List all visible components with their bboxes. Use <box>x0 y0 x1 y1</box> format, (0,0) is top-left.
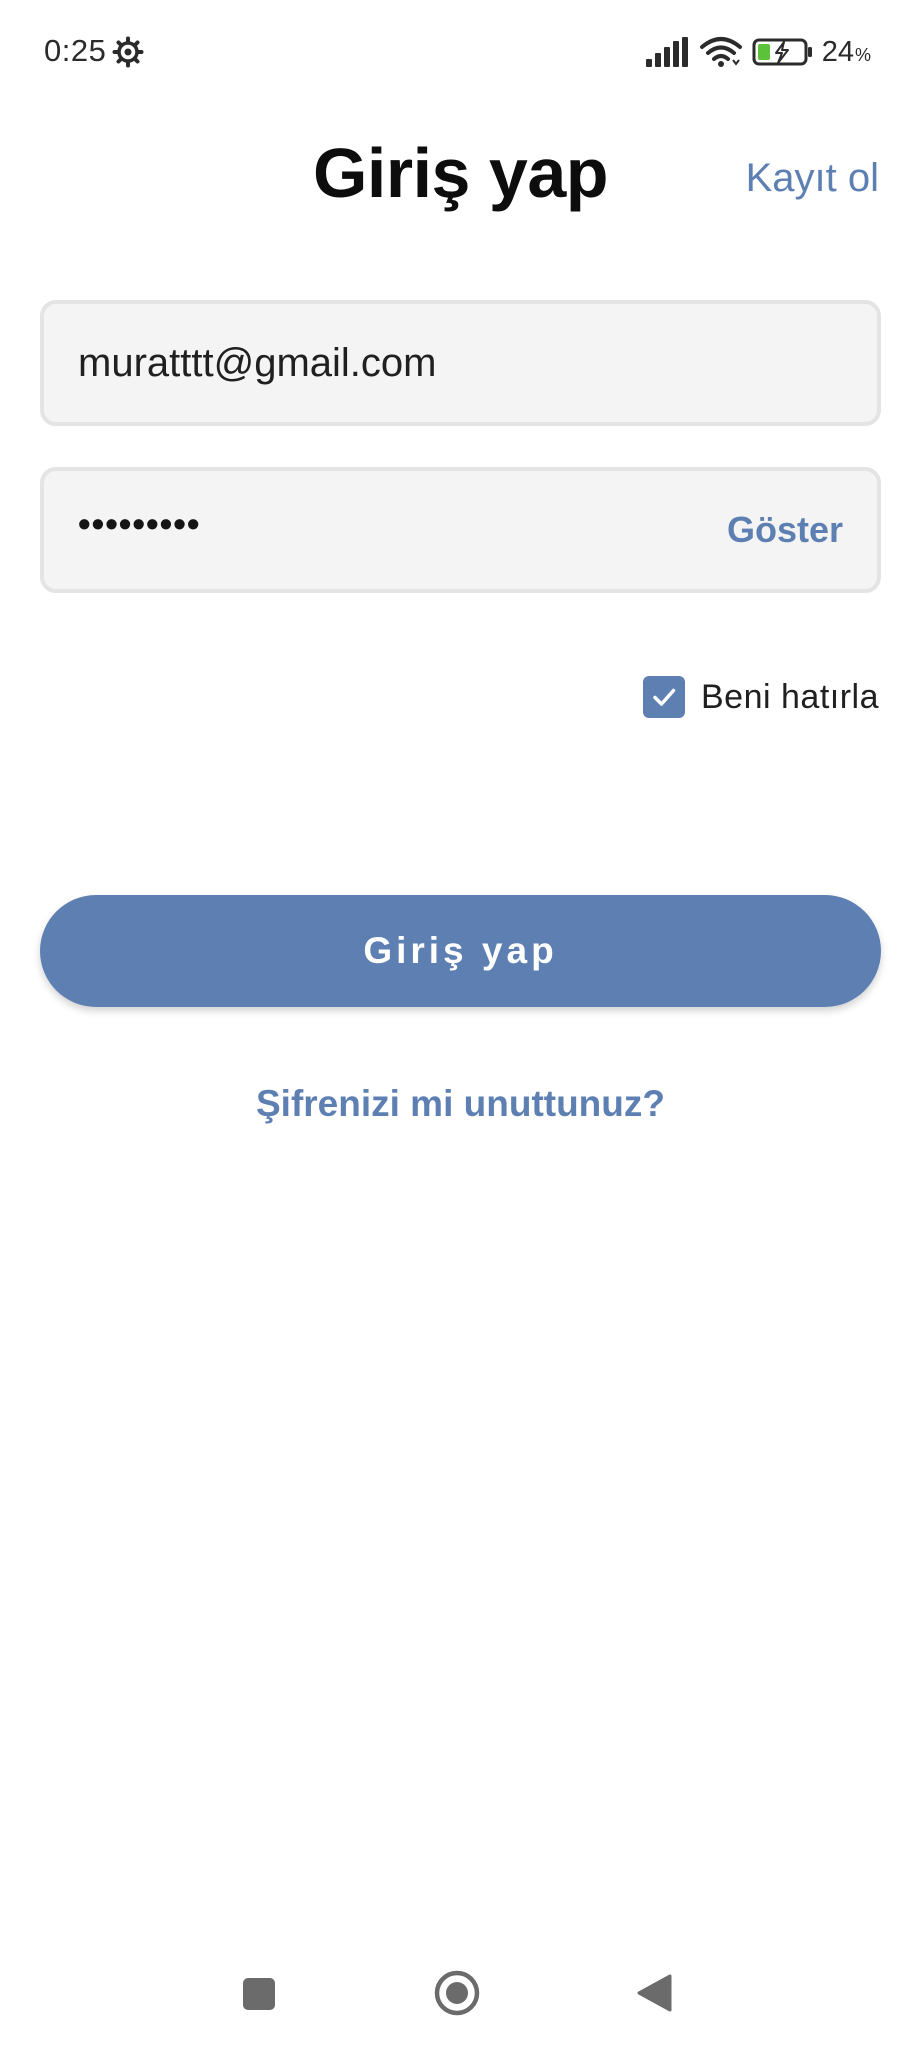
password-field[interactable]: ••••••••• Göster <box>40 467 881 593</box>
forgot-password-link[interactable]: Şifrenizi mi unuttunuz? <box>0 1083 921 1125</box>
email-field[interactable]: muratttt@gmail.com <box>40 300 881 426</box>
checkmark-icon <box>653 688 676 706</box>
email-value[interactable]: muratttt@gmail.com <box>78 341 877 386</box>
battery-unit: % <box>854 44 871 65</box>
battery-percent: 24 % <box>822 36 871 69</box>
remember-me-option[interactable]: Beni hatırla <box>643 676 879 718</box>
status-icons: 24 % <box>645 32 871 72</box>
back-button[interactable] <box>634 1971 674 2015</box>
battery-level: 24 <box>821 35 854 68</box>
signal-icon <box>645 37 688 67</box>
recents-button[interactable] <box>238 1973 280 2015</box>
show-password-button[interactable]: Göster <box>727 509 843 551</box>
remember-me-label: Beni hatırla <box>701 677 879 716</box>
login-button[interactable]: Giriş yap <box>40 895 881 1007</box>
home-button[interactable] <box>432 1968 482 2018</box>
battery-charging-icon <box>752 38 812 66</box>
wifi-icon <box>699 37 742 67</box>
status-time: 0:25 <box>44 33 107 68</box>
remember-me-checkbox[interactable] <box>643 676 685 718</box>
gear-icon <box>112 36 144 68</box>
recents-icon <box>243 1978 275 2010</box>
register-link[interactable]: Kayıt ol <box>746 156 879 201</box>
back-icon <box>637 1974 672 2012</box>
home-icon <box>434 1970 480 2016</box>
status-bar: 0:25 24 % <box>0 0 921 104</box>
password-value[interactable]: ••••••••• <box>78 503 727 545</box>
